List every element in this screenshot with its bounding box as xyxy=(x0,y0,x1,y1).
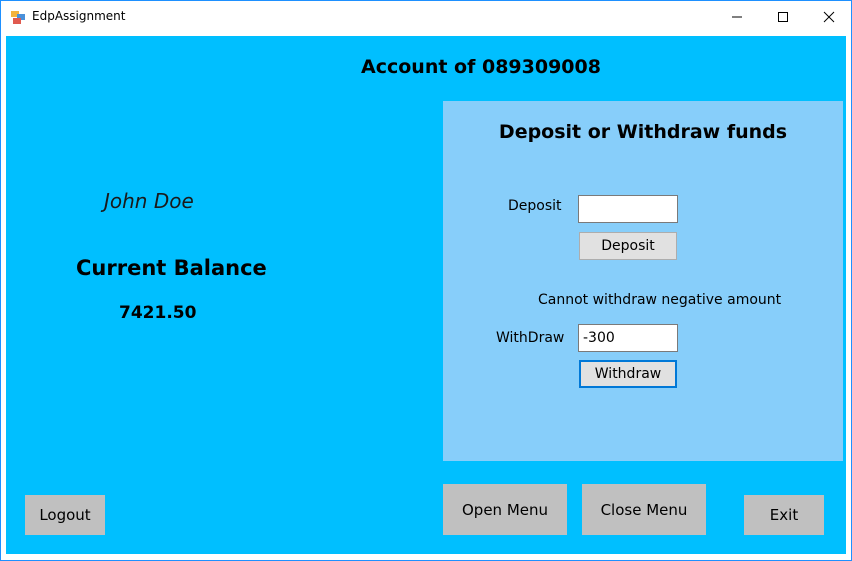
exit-button[interactable]: Exit xyxy=(744,495,824,535)
withdraw-error-message: Cannot withdraw negative amount xyxy=(538,292,782,308)
maximize-icon xyxy=(777,8,789,27)
open-menu-button[interactable]: Open Menu xyxy=(443,484,567,535)
funds-panel: Deposit or Withdraw funds Deposit Deposi… xyxy=(443,101,843,461)
close-icon xyxy=(823,8,835,27)
deposit-label: Deposit xyxy=(508,198,562,214)
minimize-icon xyxy=(731,8,743,27)
withdraw-button[interactable]: Withdraw xyxy=(579,360,677,388)
maximize-button[interactable] xyxy=(760,1,806,33)
withdraw-input[interactable] xyxy=(578,324,678,352)
app-window: EdpAssignment Account of 089309008 John … xyxy=(0,0,852,561)
title-bar[interactable]: EdpAssignment xyxy=(1,1,851,33)
balance-label: Current Balance xyxy=(76,256,267,280)
deposit-button[interactable]: Deposit xyxy=(579,232,677,260)
close-menu-button[interactable]: Close Menu xyxy=(582,484,706,535)
deposit-input[interactable] xyxy=(578,195,678,223)
balance-value: 7421.50 xyxy=(119,303,197,323)
minimize-button[interactable] xyxy=(714,1,760,33)
app-window-icon xyxy=(11,10,25,24)
window-title: EdpAssignment xyxy=(32,9,126,23)
logout-button[interactable]: Logout xyxy=(25,495,105,535)
funds-panel-title: Deposit or Withdraw funds xyxy=(498,121,788,143)
close-window-button[interactable] xyxy=(806,1,852,33)
user-name: John Doe xyxy=(104,189,194,213)
account-title: Account of 089309008 xyxy=(361,56,601,78)
main-client-area: Account of 089309008 John Doe Current Ba… xyxy=(6,36,846,554)
withdraw-label: WithDraw xyxy=(496,330,565,346)
